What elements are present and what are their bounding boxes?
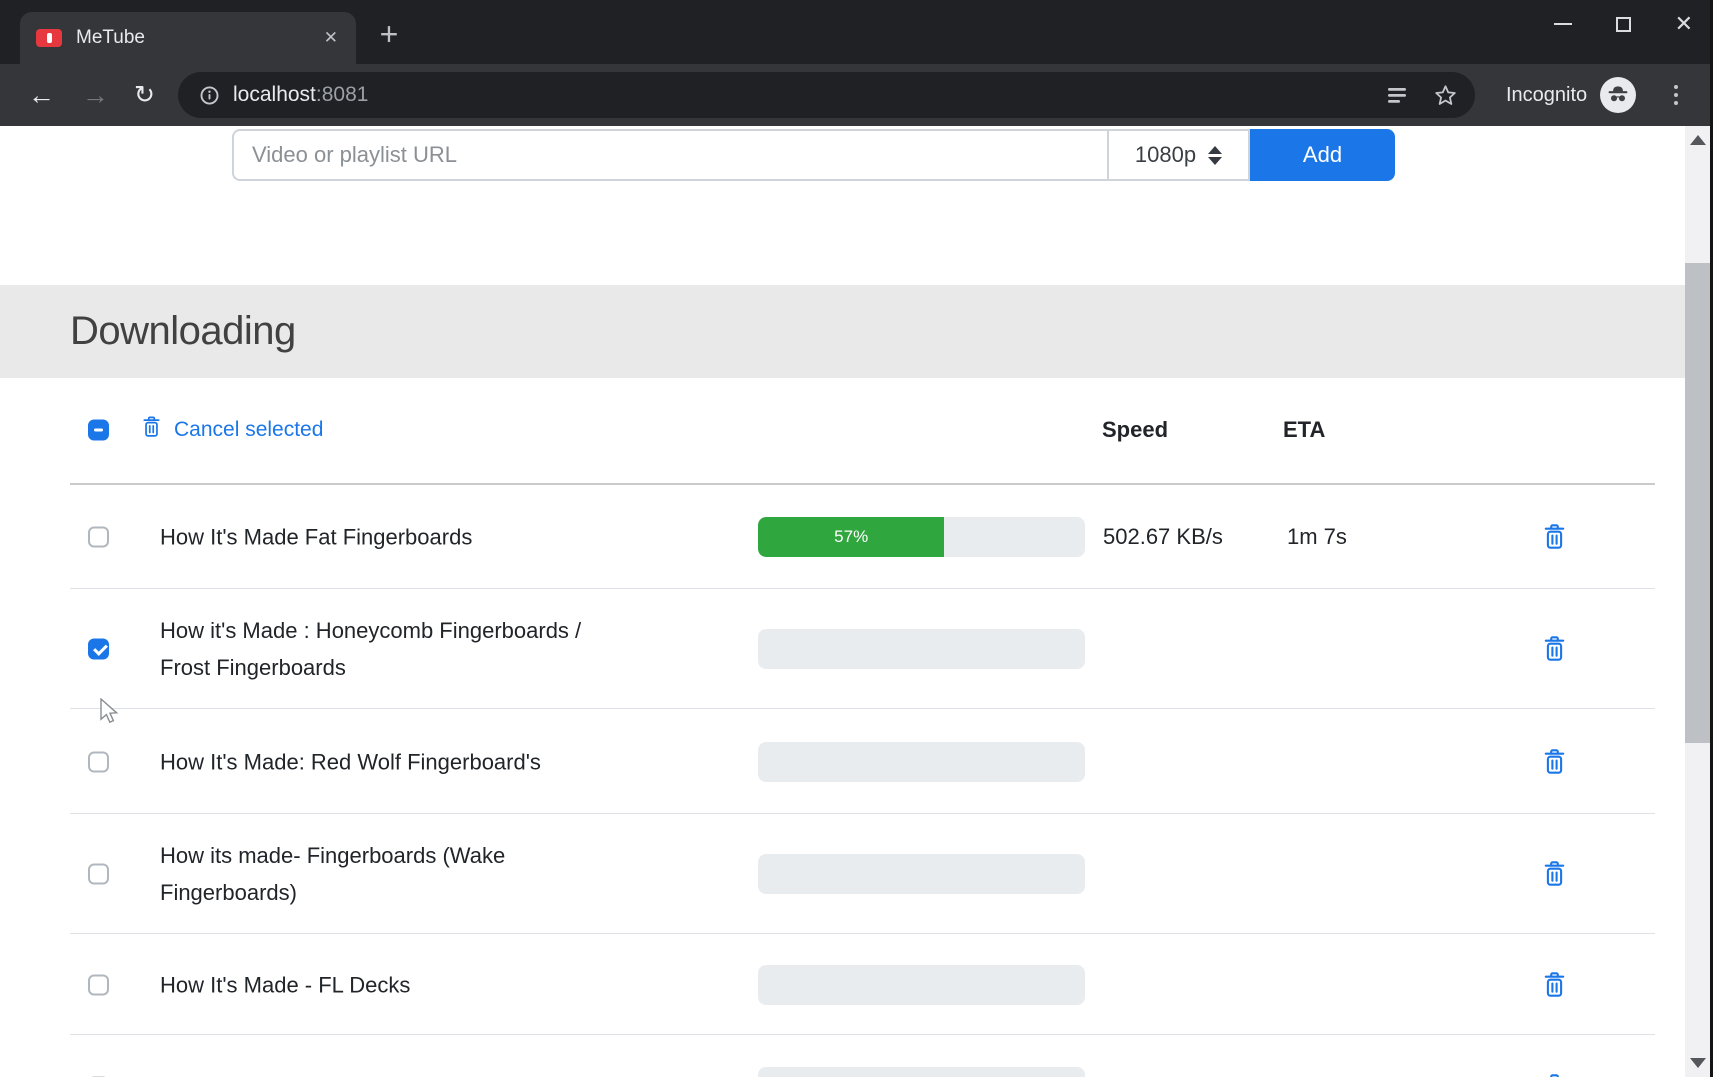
window-maximize-button[interactable] — [1616, 17, 1631, 32]
download-row: How its made- Fingerboards (WakeFingerbo… — [0, 814, 1713, 934]
window-close-button[interactable]: ✕ — [1675, 13, 1693, 35]
quality-select[interactable]: 1080p — [1107, 129, 1250, 181]
metube-favicon-icon — [36, 29, 62, 47]
progress-bar — [758, 742, 1085, 782]
scrollbar-thumb[interactable] — [1685, 263, 1710, 743]
bookmark-star-icon[interactable] — [1434, 84, 1457, 107]
progress-label: 57% — [834, 527, 868, 547]
select-arrows-icon — [1208, 146, 1222, 165]
delete-download-button[interactable] — [1543, 636, 1566, 662]
add-download-form: 1080p Add — [0, 126, 1713, 186]
url-text: localhost:8081 — [233, 83, 368, 107]
scroll-up-arrow-icon[interactable] — [1685, 126, 1710, 154]
window-controls: ✕ — [1554, 0, 1693, 48]
window-minimize-button[interactable] — [1554, 23, 1572, 25]
download-title-line: Fingerboards) — [160, 874, 720, 911]
progress-fill: 57% — [758, 517, 944, 557]
back-button[interactable]: ← — [28, 81, 55, 109]
download-eta: 1m 7s — [1287, 524, 1347, 550]
row-checkbox[interactable] — [88, 974, 109, 995]
progress-bar — [758, 1067, 1085, 1077]
new-tab-button[interactable]: + — [372, 18, 406, 52]
list-controls: Cancel selected Speed ETA — [0, 378, 1713, 483]
eta-column-header: ETA — [1283, 417, 1325, 443]
forward-button[interactable]: → — [82, 81, 109, 109]
address-bar[interactable]: localhost:8081 — [178, 72, 1475, 118]
browser-toolbar: ← → ↻ localhost:8081 — [0, 64, 1713, 126]
row-checkbox[interactable] — [88, 527, 109, 548]
download-title-line: How It's Made Fat Fingerboards — [160, 519, 720, 556]
select-all-checkbox[interactable] — [88, 420, 109, 441]
download-speed: 502.67 KB/s — [1103, 524, 1223, 550]
site-info-icon[interactable] — [200, 86, 219, 105]
quality-value: 1080p — [1135, 142, 1196, 168]
page-content: 1080p Add Downloading Cancel selected Sp… — [0, 126, 1713, 1077]
tab-close-icon[interactable]: ✕ — [324, 28, 338, 48]
browser-window: MeTube ✕ + ✕ ← → ↻ localhost:8081 — [0, 0, 1713, 1077]
progress-bar — [758, 965, 1085, 1005]
tab-title: MeTube — [76, 27, 145, 49]
cancel-selected-button[interactable]: Cancel selected — [142, 416, 323, 444]
download-title: How it's Made : Honeycomb Fingerboards /… — [160, 612, 720, 686]
browser-menu-icon[interactable] — [1670, 79, 1682, 111]
download-title-line: Frost Fingerboards — [160, 649, 720, 686]
download-title-line: How It's Made: Red Wolf Fingerboard's — [160, 743, 720, 780]
video-url-input[interactable] — [232, 129, 1107, 181]
mouse-cursor — [99, 698, 123, 724]
delete-download-button[interactable] — [1543, 861, 1566, 887]
delete-download-button[interactable] — [1543, 524, 1566, 550]
download-row: How it's Made : Honeycomb Fingerboards /… — [0, 589, 1713, 709]
incognito-label: Incognito — [1506, 64, 1587, 126]
download-row: How It's Made: Red Wolf Fingerboard's — [0, 709, 1713, 814]
scroll-down-arrow-icon[interactable] — [1685, 1049, 1710, 1077]
download-title: How It's Made: Red Wolf Fingerboard's — [160, 743, 720, 780]
section-title: Downloading — [70, 285, 296, 378]
speed-column-header: Speed — [1102, 417, 1168, 443]
row-checkbox[interactable] — [88, 639, 109, 660]
download-title: How its made- Fingerboards (WakeFingerbo… — [160, 837, 720, 911]
progress-bar — [758, 629, 1085, 669]
scrollbar[interactable] — [1685, 126, 1710, 1077]
download-title-line: How It's Made - FL Decks — [160, 966, 720, 1003]
row-checkbox[interactable] — [88, 751, 109, 772]
downloading-section-header: Downloading — [0, 285, 1710, 378]
download-row: How It's Made Fat Fingerboards 57% 502.67 … — [0, 485, 1713, 589]
download-list: How It's Made Fat Fingerboards 57% 502.67 … — [0, 485, 1713, 1077]
delete-download-button[interactable] — [1543, 972, 1566, 998]
browser-tab[interactable]: MeTube ✕ — [20, 12, 356, 64]
download-title-line: How it's Made : Honeycomb Fingerboards / — [160, 612, 720, 649]
trash-icon — [142, 416, 161, 444]
reload-button[interactable]: ↻ — [134, 81, 155, 109]
download-title-line: How its made- Fingerboards (Wake — [160, 837, 720, 874]
download-row: How It's Made - FL Decks — [0, 934, 1713, 1035]
progress-bar: 57% — [758, 517, 1085, 557]
download-title: How It's Made - FL Decks — [160, 966, 720, 1003]
download-title: How It's Made Fat Fingerboards — [160, 519, 720, 556]
reading-list-icon[interactable] — [1387, 87, 1408, 104]
tab-bar: MeTube ✕ + ✕ — [0, 0, 1713, 64]
download-row — [0, 1035, 1713, 1077]
add-button[interactable]: Add — [1250, 129, 1395, 181]
progress-bar — [758, 854, 1085, 894]
row-checkbox[interactable] — [88, 864, 109, 885]
delete-download-button[interactable] — [1543, 749, 1566, 775]
incognito-icon[interactable] — [1600, 77, 1636, 113]
